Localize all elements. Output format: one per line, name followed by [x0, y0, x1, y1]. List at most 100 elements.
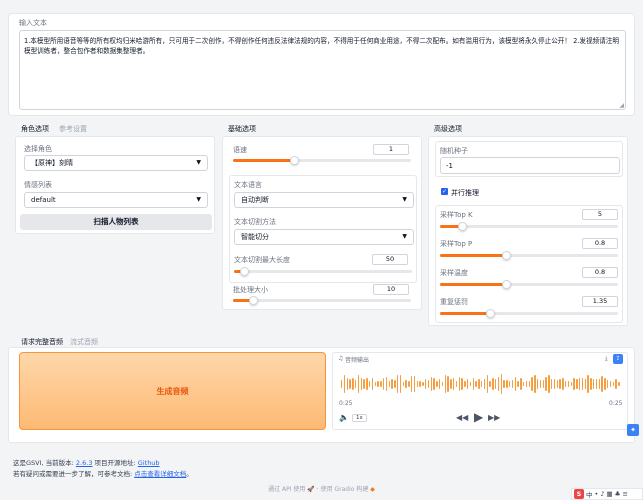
waveform-bar — [349, 378, 351, 390]
playback-speed-button[interactable]: 1x — [352, 414, 367, 422]
scan-button-label: 扫描人物列表 — [93, 217, 139, 226]
audio-label: 音频输出 — [345, 357, 370, 364]
batch-size-input[interactable]: 10 — [373, 284, 409, 295]
batch-size-slider-handle[interactable] — [249, 296, 258, 305]
max-length-slider-track[interactable] — [234, 270, 412, 273]
input-textarea[interactable]: 1.本模型所用语音等等的所有权均归米哈游所有，只可用于二次创作，不得创作任何违反… — [19, 30, 626, 110]
waveform-bar — [615, 379, 617, 389]
download-icon[interactable]: ⤓ — [605, 355, 608, 363]
advanced-box: 随机种子 -1 ✓ 并行推理 采样Top K 5 采样Top P 0.8 采样温… — [428, 136, 628, 326]
api-link[interactable]: 通过 API 使用 — [268, 486, 305, 493]
cut-method-select[interactable]: 智能切分 ▼ — [234, 229, 414, 245]
topk-input[interactable]: 5 — [582, 209, 618, 220]
waveform-bar — [405, 380, 407, 388]
waveform-bar — [464, 381, 466, 387]
penalty-slider-handle[interactable] — [486, 309, 495, 318]
waveform-bar — [528, 380, 530, 388]
play-icon[interactable]: ▶ — [474, 410, 483, 424]
topp-slider-handle[interactable] — [502, 251, 511, 260]
ime-mic-icon[interactable]: ♪ — [600, 490, 604, 498]
sogou-logo-icon[interactable]: S — [574, 489, 584, 499]
tab-stream-audio[interactable]: 流式音频 — [70, 337, 98, 347]
waveform-bar — [607, 379, 609, 389]
output-panel: 请求完整音频 流式音频 生成音频 ♫ 音频输出 ⤓ ⇪ 0:25 0:25 🔈 … — [8, 333, 635, 443]
parallel-checkbox[interactable]: ✓ — [441, 188, 448, 195]
forward-icon[interactable]: ▶▶ — [488, 413, 500, 422]
waveform-bar — [486, 375, 488, 393]
waveform-bar — [553, 379, 556, 389]
penalty-input[interactable]: 1.35 — [582, 296, 618, 307]
max-length-slider-handle[interactable] — [240, 267, 249, 276]
floating-assist-icon[interactable]: ✦ — [627, 424, 639, 436]
emotion-select[interactable]: default ▼ — [24, 192, 208, 208]
waveform-bar — [467, 379, 469, 389]
ime-punctuation-icon[interactable]: • — [595, 490, 599, 498]
rewind-icon[interactable]: ◀◀ — [456, 413, 468, 422]
speed-slider-handle[interactable] — [290, 156, 299, 165]
tab-reference-settings[interactable]: 参考设置 — [59, 124, 87, 134]
role-panel: 角色选项 参考设置 选择角色 【原神】刻晴 ▼ 情感列表 default ▼ 扫… — [15, 120, 215, 234]
version-line: 这是GSVI, 当前版本: 2.6.3 项目开源地址: Github — [13, 458, 193, 469]
gradio-footer: 通过 API 使用 🚀 · 使用 Gradio 构建 ◆ — [0, 484, 643, 493]
waveform-bar — [352, 377, 354, 391]
waveform-bar — [469, 381, 472, 387]
max-length-input[interactable]: 50 — [372, 254, 408, 265]
waveform-bar — [408, 380, 410, 388]
seed-input[interactable]: -1 — [440, 157, 620, 174]
speed-input[interactable]: 1 — [373, 144, 409, 155]
waveform-bar — [509, 381, 511, 387]
built-with-link[interactable]: 使用 Gradio 构建 — [321, 486, 369, 493]
character-select[interactable]: 【原神】刻晴 ▼ — [24, 155, 208, 171]
music-icon: ♫ — [338, 355, 344, 362]
chevron-down-icon: ▼ — [196, 159, 201, 166]
waveform-bar — [517, 381, 519, 387]
scan-button[interactable]: 扫描人物列表 — [20, 214, 212, 230]
temperature-input[interactable]: 0.8 — [582, 267, 618, 278]
waveform-bar — [411, 376, 413, 392]
footer-dot: · — [316, 486, 319, 493]
waveform-bar — [357, 375, 360, 393]
waveform-bar — [341, 380, 343, 388]
sampling-group: 采样Top K 5 采样Top P 0.8 采样温度 0.8 重复惩罚 1.35 — [435, 205, 623, 323]
ime-keyboard-icon[interactable]: ▦ — [607, 490, 613, 498]
batch-size-slider-track[interactable] — [233, 299, 411, 302]
waveform-bar — [447, 375, 449, 393]
waveform-bar — [422, 381, 424, 387]
basic-box: 语速 1 文本语言 自动判断 ▼ 文本切割方法 智能切分 ▼ 文本切割最大长度 … — [222, 136, 422, 310]
temperature-slider-handle[interactable] — [502, 280, 511, 289]
resize-handle-icon[interactable]: ◢ — [619, 102, 624, 109]
waveform-bar — [478, 378, 480, 390]
language-value: 自动判断 — [241, 196, 269, 204]
waveform-bar — [570, 381, 572, 387]
time-end: 0:25 — [609, 400, 623, 407]
waveform-bar — [520, 378, 522, 390]
generate-button[interactable]: 生成音频 — [19, 352, 326, 430]
ime-menu-icon[interactable]: ≡ — [622, 490, 627, 498]
waveform-bar — [573, 377, 575, 391]
waveform-bar — [495, 379, 497, 389]
cut-method-label: 文本切割方法 — [234, 218, 276, 226]
language-select[interactable]: 自动判断 ▼ — [234, 192, 414, 208]
waveform-bar — [492, 378, 494, 390]
waveform-bar — [391, 379, 393, 389]
waveform-bar — [537, 379, 539, 389]
ime-language-icon[interactable]: 中 — [586, 489, 593, 499]
doc-link[interactable]: 点击查看详细文档 — [134, 470, 186, 478]
share-icon[interactable]: ⇪ — [613, 354, 623, 364]
topp-input[interactable]: 0.8 — [582, 238, 618, 249]
waveform-bar — [458, 376, 460, 392]
ime-skin-icon[interactable]: ♣ — [615, 490, 621, 498]
volume-icon[interactable]: 🔈 — [339, 413, 349, 422]
doc-prefix: 若有疑问或需要进一步了解，可参考文档: — [13, 470, 135, 478]
waveform-bar — [436, 381, 438, 387]
waveform-bar — [481, 380, 483, 388]
chevron-down-icon: ▼ — [402, 196, 407, 203]
waveform-bar — [576, 379, 578, 389]
topk-slider-handle[interactable] — [458, 222, 467, 231]
waveform-bar — [511, 379, 514, 389]
waveform-bar — [581, 378, 584, 390]
github-link[interactable]: Github — [138, 459, 160, 467]
version-link[interactable]: 2.6.3 — [76, 459, 93, 467]
chevron-down-icon: ▼ — [402, 233, 407, 240]
waveform[interactable] — [341, 371, 621, 397]
